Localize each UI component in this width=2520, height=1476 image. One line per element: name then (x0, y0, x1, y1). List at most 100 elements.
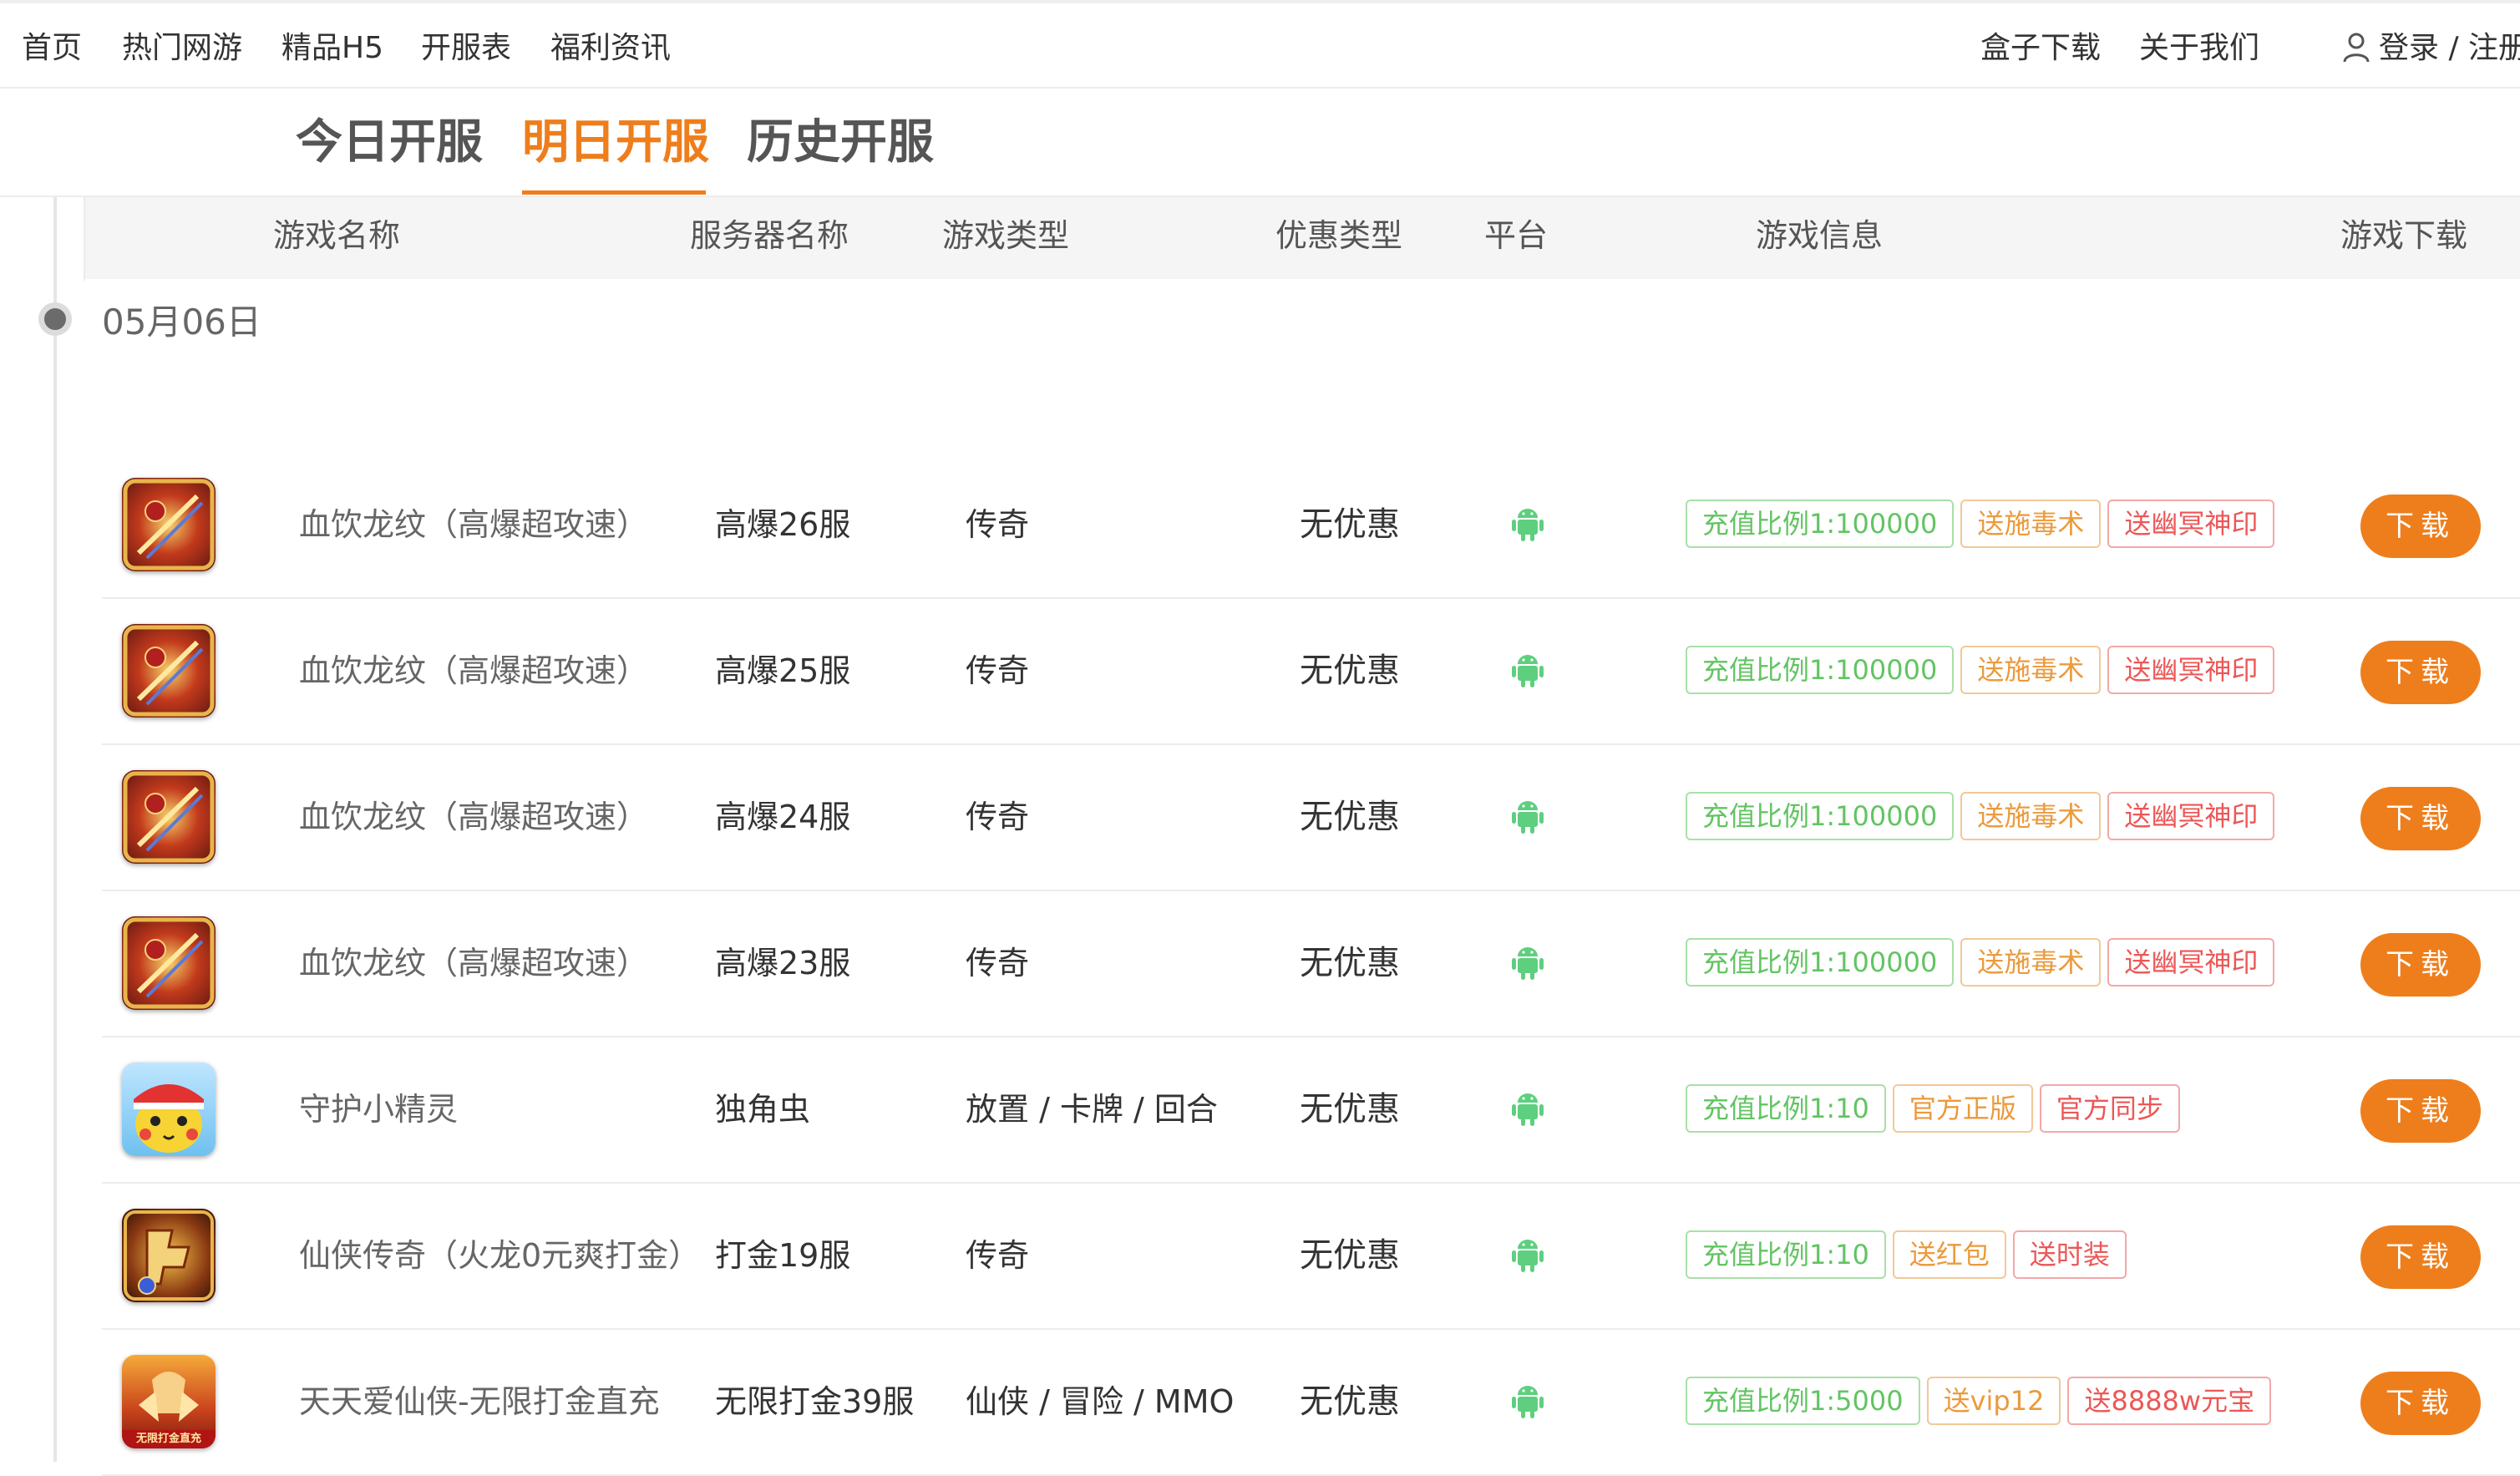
info-tag: 送幽冥神印 (2107, 646, 2275, 694)
discount-type: 无优惠 (1300, 1090, 1400, 1129)
info-tag: 充值比例1:100000 (1686, 792, 1955, 840)
server-tabs: 今日开服 明日开服 历史开服 (0, 89, 2520, 197)
info-tag: 充值比例1:100000 (1686, 500, 1955, 548)
info-tag: 送施毒术 (1960, 500, 2102, 548)
download-button[interactable]: 下载 (2360, 1372, 2481, 1435)
discount-type: 无优惠 (1300, 1236, 1400, 1275)
col-game-download: 游戏下载 (2340, 217, 2468, 254)
server-row: 仙侠传奇（火龙0元爽打金） 打金19服 传奇 无优惠 充值比例1:10 送红包 送时… (102, 1184, 2520, 1330)
tab-today[interactable]: 今日开服 (296, 114, 483, 172)
discount-type: 无优惠 (1300, 652, 1400, 690)
download-button[interactable]: 下载 (2360, 495, 2481, 558)
game-icon[interactable] (122, 770, 215, 864)
info-tag: 送时装 (2012, 1230, 2127, 1279)
info-tag: 送施毒术 (1960, 938, 2102, 987)
discount-type: 无优惠 (1300, 944, 1400, 982)
download-button[interactable]: 下载 (2360, 1225, 2481, 1289)
info-tag: 送vip12 (1926, 1377, 2061, 1425)
game-type: 传奇 (966, 945, 1030, 981)
game-info-tags: 充值比例1:100000 送施毒术 送幽冥神印 (1686, 938, 2275, 987)
android-icon (1510, 1235, 1545, 1274)
info-tag: 充值比例1:100000 (1686, 646, 1955, 694)
info-tag: 官方正版 (1892, 1084, 2033, 1133)
game-info-tags: 充值比例1:100000 送施毒术 送幽冥神印 (1686, 792, 2275, 840)
info-tag: 送施毒术 (1960, 646, 2102, 694)
server-row: 无限打金直充 天天爱仙侠-无限打金直充 无限打金39服 仙侠 / 冒险 / MM… (102, 1330, 2520, 1476)
info-tag: 充值比例1:10 (1686, 1230, 1886, 1279)
android-icon (1510, 797, 1545, 835)
tab-history[interactable]: 历史开服 (747, 114, 934, 172)
info-tag: 送幽冥神印 (2107, 792, 2275, 840)
col-game-info: 游戏信息 (1756, 217, 1884, 254)
server-name: 无限打金39服 (715, 1383, 915, 1420)
info-tag: 充值比例1:100000 (1686, 938, 1955, 987)
discount-type: 无优惠 (1300, 798, 1400, 836)
game-icon[interactable] (122, 1063, 215, 1156)
discount-type: 无优惠 (1300, 1382, 1400, 1421)
game-icon[interactable] (122, 916, 215, 1010)
col-game-type: 游戏类型 (942, 217, 1070, 254)
android-icon (1510, 1382, 1545, 1420)
android-icon (1510, 943, 1545, 981)
col-discount-type: 优惠类型 (1275, 217, 1403, 254)
game-name[interactable]: 血饮龙纹（高爆超攻速） (299, 794, 648, 840)
game-name[interactable]: 血饮龙纹（高爆超攻速） (299, 501, 648, 548)
download-button[interactable]: 下载 (2360, 1079, 2481, 1143)
game-info-tags: 充值比例1:10 送红包 送时装 (1686, 1230, 2127, 1279)
download-button[interactable]: 下载 (2360, 933, 2481, 997)
server-name: 高爆23服 (715, 945, 851, 981)
server-row: 血饮龙纹（高爆超攻速） 高爆25服 传奇 无优惠 充值比例1:100000 送施毒… (102, 599, 2520, 745)
login-register-link[interactable]: 登录 / 注册 (2379, 28, 2520, 68)
game-name[interactable]: 天天爱仙侠-无限打金直充 (299, 1378, 660, 1425)
info-tag: 充值比例1:5000 (1686, 1377, 1920, 1425)
server-row: 血饮龙纹（高爆超攻速） 高爆23服 传奇 无优惠 充值比例1:100000 送施毒… (102, 891, 2520, 1037)
game-type: 传奇 (966, 506, 1030, 543)
nav-news[interactable]: 福利资讯 (550, 28, 671, 68)
game-info-tags: 充值比例1:100000 送施毒术 送幽冥神印 (1686, 500, 2275, 548)
game-name[interactable]: 守护小精灵 (299, 1086, 458, 1133)
top-nav: 首页 热门网游 精品H5 开服表 福利资讯 盒子下载 关于我们 登录 / 注册 (0, 0, 2520, 89)
info-tag: 送施毒术 (1960, 792, 2102, 840)
game-type: 传奇 (966, 799, 1030, 835)
user-icon[interactable] (2342, 32, 2370, 63)
game-icon[interactable] (122, 624, 215, 718)
download-button[interactable]: 下载 (2360, 641, 2481, 704)
game-icon[interactable] (122, 1209, 215, 1302)
nav-h5[interactable]: 精品H5 (281, 28, 383, 68)
nav-box-download[interactable]: 盒子下载 (1980, 28, 2101, 68)
android-icon (1510, 651, 1545, 689)
info-tag: 送幽冥神印 (2107, 500, 2275, 548)
game-name[interactable]: 血饮龙纹（高爆超攻速） (299, 647, 648, 694)
server-name: 打金19服 (715, 1237, 851, 1274)
tab-tomorrow[interactable]: 明日开服 (522, 114, 709, 172)
server-name: 高爆24服 (715, 799, 851, 835)
nav-about-us[interactable]: 关于我们 (2139, 28, 2259, 68)
col-platform: 平台 (1484, 217, 1549, 254)
active-tab-indicator (522, 190, 706, 195)
col-game-name: 游戏名称 (273, 217, 401, 254)
server-row: 血饮龙纹（高爆超攻速） 高爆24服 传奇 无优惠 充值比例1:100000 送施毒… (102, 745, 2520, 891)
game-type: 传奇 (966, 1237, 1030, 1274)
server-row: 血饮龙纹（高爆超攻速） 高爆26服 传奇 无优惠 充值比例1:100000 送施毒… (102, 453, 2520, 599)
game-type: 仙侠 / 冒险 / MMO (966, 1383, 1235, 1420)
timeline-line (53, 197, 57, 1462)
nav-hot-games[interactable]: 热门网游 (122, 28, 242, 68)
info-tag: 送幽冥神印 (2107, 938, 2275, 987)
game-info-tags: 充值比例1:100000 送施毒术 送幽冥神印 (1686, 646, 2275, 694)
server-name: 高爆25服 (715, 652, 851, 689)
game-name[interactable]: 仙侠传奇（火龙0元爽打金） (299, 1232, 700, 1279)
nav-server-list[interactable]: 开服表 (421, 28, 511, 68)
android-icon (1510, 505, 1545, 543)
timeline-dot (38, 302, 72, 336)
download-button[interactable]: 下载 (2360, 787, 2481, 850)
nav-home[interactable]: 首页 (22, 28, 82, 68)
game-type: 传奇 (966, 652, 1030, 689)
server-row: 守护小精灵 独角虫 放置 / 卡牌 / 回合 无优惠 充值比例1:10 官方正版官… (102, 1037, 2520, 1184)
game-name[interactable]: 血饮龙纹（高爆超攻速） (299, 940, 648, 987)
discount-type: 无优惠 (1300, 505, 1400, 544)
game-info-tags: 充值比例1:10 官方正版 官方同步 (1686, 1084, 2180, 1133)
game-icon[interactable]: 无限打金直充 (122, 1355, 215, 1448)
server-name: 高爆26服 (715, 506, 851, 543)
game-icon[interactable] (122, 478, 215, 571)
info-tag: 官方同步 (2039, 1084, 2180, 1133)
